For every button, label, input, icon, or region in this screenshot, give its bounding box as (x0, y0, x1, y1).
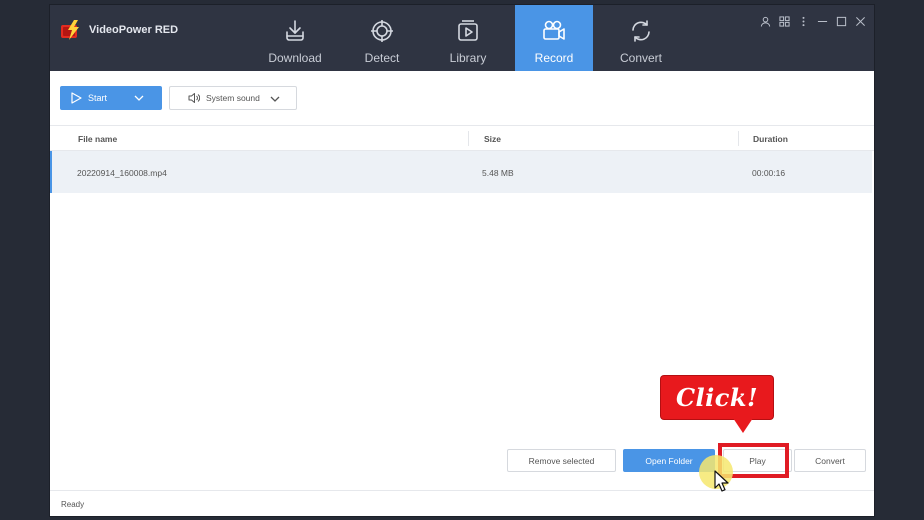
audio-source-select[interactable]: System sound (169, 86, 297, 110)
column-divider[interactable] (468, 131, 469, 146)
tab-download[interactable]: Download (256, 5, 334, 71)
close-icon (856, 16, 865, 26)
library-icon (458, 20, 478, 41)
cell-file-name: 20220914_160008.mp4 (77, 168, 167, 178)
window-controls (758, 14, 868, 28)
table-header: File name Size Duration (50, 126, 874, 151)
audio-source-label: System sound (206, 93, 260, 103)
remove-selected-button[interactable]: Remove selected (507, 449, 616, 472)
brand: VideoPower RED (60, 20, 178, 40)
play-icon (71, 92, 82, 104)
camera-icon (543, 20, 565, 40)
tab-convert-label: Convert (619, 51, 663, 65)
minimize-icon (817, 20, 828, 22)
user-button[interactable] (758, 14, 773, 28)
app-title: VideoPower RED (89, 24, 179, 36)
tab-record-label: Record (534, 51, 574, 65)
cell-size: 5.48 MB (482, 168, 514, 178)
title-bar: VideoPower RED Download Detect Library R… (50, 5, 874, 71)
app-window: VideoPower RED Download Detect Library R… (50, 5, 874, 516)
convert-icon (632, 20, 650, 42)
column-duration[interactable]: Duration (753, 134, 788, 144)
maximize-button[interactable] (834, 14, 849, 28)
cell-duration: 00:00:16 (752, 168, 786, 178)
tab-detect-label: Detect (364, 51, 400, 65)
app-logo-icon (61, 20, 79, 40)
tab-record[interactable]: Record (515, 5, 593, 71)
tab-library[interactable]: Library (429, 5, 507, 71)
chevron-down-icon (270, 96, 280, 102)
more-icon (802, 16, 805, 26)
target-icon (371, 20, 393, 42)
convert-button[interactable]: Convert (794, 449, 866, 472)
mouse-cursor-icon (714, 470, 729, 492)
download-icon (286, 20, 304, 41)
table-row[interactable]: 20220914_160008.mp4 5.48 MB 00:00:16 (50, 151, 872, 193)
column-file-name[interactable]: File name (78, 134, 117, 144)
start-button-label: Start (88, 93, 108, 103)
status-bar: Ready (50, 490, 874, 516)
tab-detect[interactable]: Detect (343, 5, 421, 71)
grid-icon (779, 15, 790, 27)
column-size[interactable]: Size (484, 134, 501, 144)
start-button[interactable]: Start (60, 86, 162, 110)
record-toolbar: Start System sound (50, 71, 874, 126)
status-text: Ready (61, 500, 85, 509)
apps-button[interactable] (777, 14, 792, 28)
close-button[interactable] (853, 14, 868, 28)
click-callout: Click! (661, 376, 773, 433)
user-icon (760, 16, 771, 27)
maximize-icon (836, 16, 847, 26)
tab-download-label: Download (268, 51, 322, 65)
chevron-down-icon[interactable] (134, 93, 144, 103)
minimize-button[interactable] (815, 14, 830, 28)
callout-text: Click! (675, 383, 759, 412)
more-button[interactable] (796, 14, 811, 28)
tab-library-label: Library (449, 51, 487, 65)
tab-convert[interactable]: Convert (602, 5, 680, 71)
column-divider[interactable] (738, 131, 739, 146)
speaker-icon (188, 93, 200, 103)
